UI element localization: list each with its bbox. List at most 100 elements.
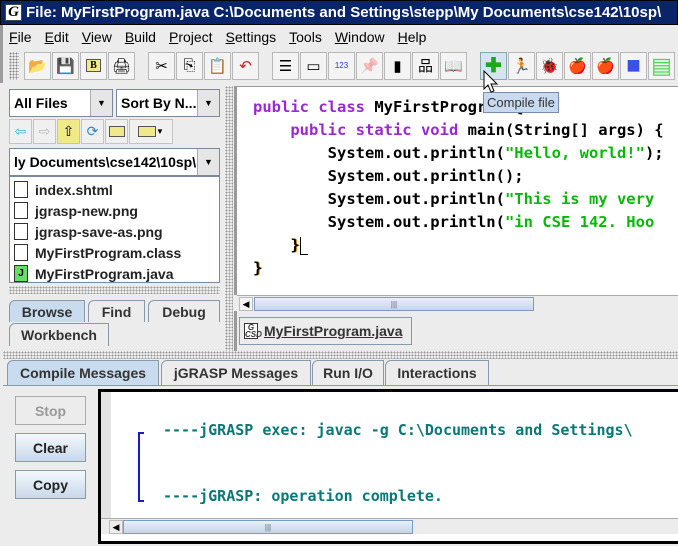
save-button[interactable]: 💾 [52,51,79,80]
scroll-left-icon[interactable]: ◀ [109,520,123,534]
code-string: "in CSE 142. Hoo [504,213,655,231]
cut-button[interactable]: ✂ [148,51,175,80]
file-list-item[interactable]: jgrasp-new.png [10,200,219,221]
generate-csd-button[interactable]: ☰ [272,51,299,80]
tab-interactions[interactable]: Interactions [385,360,489,385]
up-folder-icon[interactable]: ⇧ [57,119,80,144]
menu-view[interactable]: View [82,29,112,45]
tab-jgrasp-messages[interactable]: jGRASP Messages [161,360,311,385]
message-line [163,441,633,463]
pin-icon: 📌 [360,57,379,75]
message-tabs: Compile Messages jGRASP Messages Run I/O… [3,359,678,385]
code-string: "Hello, world!" [504,144,645,162]
tab-debug[interactable]: Debug [148,300,220,322]
paste-icon: 📋 [208,57,227,75]
menu-edit[interactable]: Edit [45,29,69,45]
browse-panel: All Files ▼ Sort By N... ▼ ⇦ ⇨ ⇧ ⟳ ▼ ly … [3,86,223,351]
horizontal-splitter[interactable] [3,351,678,359]
line-numbers-button[interactable]: 123 [328,51,355,80]
file-list-item[interactable]: index.shtml [10,179,219,200]
print-button[interactable]: 🖨 [108,51,135,80]
code-token: System.out.println(); [327,167,524,185]
editor-horizontal-scrollbar[interactable]: ◀ ||| [237,295,678,311]
code-line: } [253,257,664,280]
paste-button[interactable]: 📋 [204,51,231,80]
menu-settings[interactable]: Settings [226,29,277,45]
tab-browse[interactable]: Browse [9,300,85,322]
file-list-item[interactable]: J MyFirstProgram.java [10,263,219,284]
green-split-button[interactable]: ▤ [648,51,675,80]
tab-label: Interactions [397,365,477,381]
sort-dropdown[interactable]: Sort By N... ▼ [116,89,220,117]
menu-project[interactable]: Project [169,29,213,45]
file-name: index.shtml [35,181,113,198]
uml-diagram-button[interactable]: 品 [412,51,439,80]
copy-icon: ⎘ [183,57,196,74]
output-bracket [138,432,144,502]
tab-workbench[interactable]: Workbench [9,323,109,346]
file-icon [14,244,28,261]
path-dropdown[interactable]: ly Documents\cse142\10sp\ ▼ [9,148,220,176]
browse-book-button[interactable]: 📖 [440,51,467,80]
undo-button[interactable]: ↶ [232,51,259,80]
back-arrow-icon[interactable]: ⇦ [9,119,32,144]
scroll-thumb[interactable]: ||| [254,297,534,311]
code-editor[interactable]: public class MyFirstProgram { public sta… [234,86,678,295]
copy-button[interactable]: ⎘ [176,51,203,80]
backup-folder-button[interactable]: B [80,51,107,80]
chevron-down-icon[interactable]: ▼ [90,90,112,116]
print-icon: 🖨 [111,57,132,75]
message-text: ----jGRASP exec: javac -g C:\Documents a… [163,419,633,507]
message-horizontal-scrollbar[interactable]: ◀ ||| [101,518,678,534]
folder-menu-icon[interactable]: ▼ [129,119,173,144]
debug-button[interactable]: 🐞 [536,51,563,80]
clear-button[interactable]: Clear [15,433,86,462]
message-output[interactable]: ----jGRASP exec: javac -g C:\Documents a… [98,389,678,544]
menu-window[interactable]: Window [335,29,385,45]
menu-tools[interactable]: Tools [289,29,322,45]
debug-applet-button[interactable]: 🍎 [592,51,619,80]
title-bar: G File: MyFirstProgram.java C:\Documents… [0,0,678,25]
run-applet-button[interactable]: 🍎 [564,51,591,80]
code-token: } [253,259,263,277]
forward-arrow-icon[interactable]: ⇨ [33,119,56,144]
remove-csd-button[interactable]: ▭ [300,51,327,80]
tab-find[interactable]: Find [88,300,145,322]
menu-help[interactable]: Help [398,29,427,45]
tab-compile-messages[interactable]: Compile Messages [7,360,159,385]
file-icon [14,223,28,240]
file-list-item[interactable]: jgrasp-save-as.png [10,221,219,242]
pin-button[interactable]: 📌 [356,51,383,80]
menu-file[interactable]: File [9,29,32,45]
file-tab-myfirstprogram[interactable]: G CSD MyFirstProgram.java [239,317,412,345]
blue-square-button[interactable]: ■ [620,51,647,80]
scroll-left-icon[interactable]: ◀ [239,297,253,311]
stop-button[interactable]: Stop [15,396,86,425]
file-filter-dropdown[interactable]: All Files ▼ [9,89,113,117]
refresh-icon[interactable]: ⟳ [81,119,104,144]
tab-run-io[interactable]: Run I/O [312,360,384,385]
open-folder-button[interactable]: 📂 [24,51,51,80]
message-gutter [101,392,111,518]
scroll-thumb[interactable]: ||| [123,520,413,534]
folder-icon[interactable] [105,119,128,144]
file-list-item[interactable]: MyFirstProgram.class [10,242,219,263]
message-line [163,463,633,485]
code-line: public class MyFirstProgram { [253,96,664,119]
copy-button[interactable]: Copy [15,470,86,499]
code-keyword: public static void [290,121,468,139]
source-code[interactable]: public class MyFirstProgram { public sta… [253,96,664,280]
run-button[interactable]: 🏃 [508,51,535,80]
vertical-splitter[interactable] [225,86,233,351]
browse-splitter[interactable] [9,286,220,294]
toolbar-grip[interactable] [9,51,19,80]
run-icon: 🏃 [512,57,531,75]
chevron-down-icon[interactable]: ▼ [197,90,219,116]
backup-folder-icon: B [86,59,101,72]
file-icon [14,181,28,198]
clear-label: Clear [32,439,69,456]
blue-square-icon: ■ [626,51,641,79]
cpg-chart-button[interactable]: ▮ [384,51,411,80]
chevron-down-icon[interactable]: ▼ [197,149,219,175]
menu-build[interactable]: Build [125,29,156,45]
